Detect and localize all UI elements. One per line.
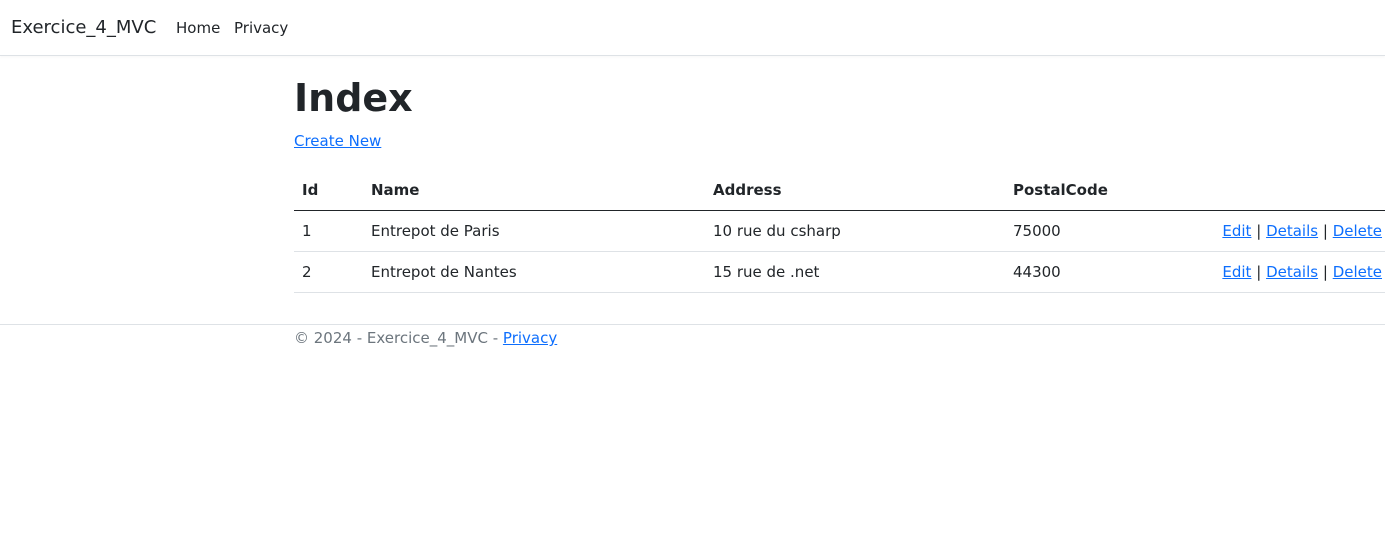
details-link[interactable]: Details	[1266, 263, 1318, 281]
action-separator: |	[1256, 262, 1262, 281]
action-separator: |	[1322, 221, 1328, 240]
action-separator: |	[1256, 221, 1262, 240]
edit-link[interactable]: Edit	[1222, 222, 1251, 240]
footer: © 2024 - Exercice_4_MVC - Privacy	[0, 324, 1385, 365]
delete-link[interactable]: Delete	[1333, 222, 1382, 240]
footer-privacy-link[interactable]: Privacy	[503, 329, 557, 347]
action-separator: |	[1322, 262, 1328, 281]
header-address: Address	[705, 170, 1005, 211]
cell-address: 10 rue du csharp	[705, 210, 1005, 252]
delete-link[interactable]: Delete	[1333, 263, 1382, 281]
header-postal-code: PostalCode	[1005, 170, 1185, 211]
table-row: 1 Entrepot de Paris 10 rue du csharp 750…	[294, 210, 1385, 252]
row-actions: Edit | Details | Delete	[1185, 251, 1385, 293]
row-actions: Edit | Details | Delete	[1185, 210, 1385, 252]
page-title: Index	[294, 76, 413, 120]
navbar: Exercice_4_MVC Home Privacy	[0, 0, 1385, 56]
cell-address: 15 rue de .net	[705, 251, 1005, 293]
edit-link[interactable]: Edit	[1222, 263, 1251, 281]
cell-name: Entrepot de Paris	[363, 210, 705, 252]
warehouse-table: Id Name Address PostalCode 1 Entrepot de…	[294, 170, 1385, 293]
cell-postal-code: 75000	[1005, 210, 1185, 252]
nav-home-link[interactable]: Home	[176, 19, 220, 38]
cell-id: 1	[294, 210, 363, 252]
create-new-link[interactable]: Create New	[294, 132, 381, 151]
details-link[interactable]: Details	[1266, 222, 1318, 240]
header-actions	[1185, 170, 1385, 211]
cell-id: 2	[294, 251, 363, 293]
cell-name: Entrepot de Nantes	[363, 251, 705, 293]
header-name: Name	[363, 170, 705, 211]
footer-copyright: © 2024 - Exercice_4_MVC -	[294, 329, 503, 347]
warehouse-table-container: Id Name Address PostalCode 1 Entrepot de…	[294, 170, 1385, 293]
header-id: Id	[294, 170, 363, 211]
table-header-row: Id Name Address PostalCode	[294, 170, 1385, 211]
footer-text: © 2024 - Exercice_4_MVC - Privacy	[294, 329, 557, 348]
cell-postal-code: 44300	[1005, 251, 1185, 293]
brand-link[interactable]: Exercice_4_MVC	[11, 17, 156, 39]
table-row: 2 Entrepot de Nantes 15 rue de .net 4430…	[294, 251, 1385, 293]
nav-privacy-link[interactable]: Privacy	[234, 19, 288, 38]
